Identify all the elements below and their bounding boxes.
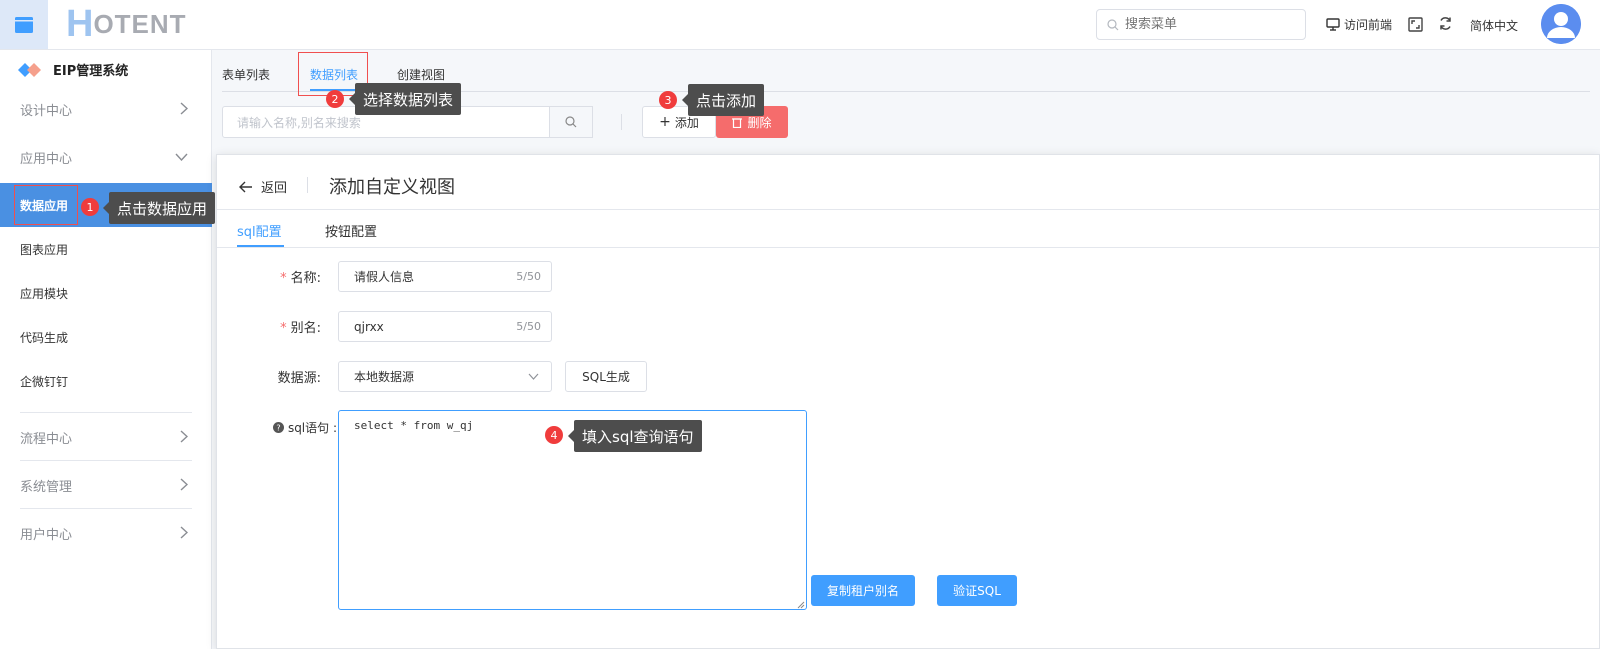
- menu-search-box[interactable]: [1096, 9, 1306, 40]
- step-badge-2: 2: [326, 90, 344, 108]
- sql-label: ? sql语句 :: [247, 419, 337, 436]
- chevron-down-icon: [175, 153, 188, 161]
- step-tooltip-3: 点击添加: [681, 84, 765, 116]
- system-title-text: EIP管理系统: [53, 64, 129, 79]
- user-avatar[interactable]: [1541, 4, 1581, 44]
- system-title: EIP管理系统: [18, 60, 128, 79]
- sidebar-item-app-module[interactable]: 应用模块: [0, 271, 212, 315]
- title-separator: [307, 177, 308, 193]
- window-icon: [15, 16, 33, 33]
- svg-text:?: ?: [276, 424, 280, 433]
- user-icon: [1541, 4, 1581, 44]
- chevron-right-icon: [180, 526, 188, 539]
- sidebar-item-user-center[interactable]: 用户中心: [0, 509, 212, 557]
- sidebar-item-app-center[interactable]: 应用中心: [0, 133, 212, 181]
- datasource-select[interactable]: 本地数据源: [338, 361, 552, 392]
- sidebar-item-system-manage[interactable]: 系统管理: [0, 461, 212, 509]
- copy-tenant-alias-button[interactable]: 复制租户别名: [811, 575, 915, 606]
- sidebar-item-label: 用户中心: [20, 527, 73, 543]
- sidebar-item-flow-center[interactable]: 流程中心: [0, 413, 212, 461]
- sidebar-item-code-gen[interactable]: 代码生成: [0, 315, 212, 359]
- tab-form-list[interactable]: 表单列表: [222, 66, 270, 83]
- tab-create-view[interactable]: 创建视图: [397, 66, 445, 83]
- sidebar-item-label: 系统管理: [20, 479, 73, 495]
- plus-icon: +: [659, 114, 671, 130]
- delete-button-label: 删除: [747, 115, 772, 130]
- name-label: * 名称:: [280, 271, 321, 286]
- sql-generate-button[interactable]: SQL生成: [565, 361, 647, 392]
- required-asterisk: *: [280, 271, 287, 286]
- sidebar-item-label: 应用中心: [20, 151, 73, 167]
- sidebar: EIP管理系统 设计中心 应用中心 数据应用 图表应用 应用模块 代码生成 企微…: [0, 50, 212, 649]
- highlight-box-data-app: [14, 185, 78, 225]
- verify-sql-button[interactable]: 验证SQL: [937, 575, 1017, 606]
- panel-divider: [217, 209, 1600, 210]
- sidebar-item-chart-app[interactable]: 图表应用: [0, 227, 212, 271]
- language-switch[interactable]: 简体中文: [1470, 17, 1518, 34]
- tab-sql-config[interactable]: sql配置: [237, 221, 282, 240]
- search-icon: [1107, 18, 1119, 30]
- chevron-right-icon: [180, 430, 188, 443]
- sidebar-item-label: 代码生成: [20, 330, 69, 345]
- top-bar: H OTENT 访问前端 简体中文: [0, 0, 1600, 50]
- help-icon[interactable]: ?: [272, 422, 284, 433]
- sidebar-item-wecom-dingtalk[interactable]: 企微钉钉: [0, 359, 212, 403]
- panel-title: 添加自定义视图: [329, 177, 455, 198]
- resize-grip-icon[interactable]: [797, 601, 805, 609]
- visit-front-link[interactable]: 访问前端: [1326, 16, 1392, 33]
- trash-icon: [732, 117, 743, 128]
- add-button-label: 添加: [674, 115, 699, 130]
- tab-button-config[interactable]: 按钮配置: [325, 221, 377, 240]
- logo: H OTENT: [66, 3, 187, 45]
- refresh-icon[interactable]: [1438, 16, 1453, 35]
- monitor-icon: [1326, 18, 1340, 31]
- required-asterisk: *: [280, 321, 287, 336]
- step-badge-3: 3: [659, 91, 677, 109]
- fullscreen-icon[interactable]: [1408, 17, 1423, 36]
- alias-label: * 别名:: [280, 321, 321, 336]
- datasource-label: 数据源:: [277, 371, 321, 386]
- alias-value: qjrxx: [354, 319, 384, 334]
- system-logo-icon: [18, 62, 41, 77]
- list-search-button[interactable]: [549, 106, 593, 138]
- logo-text: OTENT: [93, 8, 187, 39]
- menu-search-input[interactable]: [1125, 17, 1295, 32]
- search-icon: [565, 116, 577, 128]
- back-label: 返回: [261, 181, 288, 196]
- visit-front-label: 访问前端: [1344, 18, 1393, 32]
- toolbar-separator: [621, 114, 622, 130]
- name-value: 请假人信息: [354, 270, 415, 284]
- alias-field[interactable]: qjrxx 5/50: [338, 311, 552, 342]
- datasource-value: 本地数据源: [354, 370, 415, 384]
- chevron-right-icon: [180, 102, 188, 115]
- sidebar-item-label: 图表应用: [20, 242, 69, 257]
- sidebar-item-design-center[interactable]: 设计中心: [0, 85, 212, 133]
- back-button[interactable]: 返回: [239, 177, 287, 196]
- menu-toggle-button[interactable]: [0, 0, 48, 49]
- alias-char-count: 5/50: [516, 320, 541, 333]
- add-view-panel: 返回 添加自定义视图 sql配置 按钮配置 * 名称: 请假人信息 5/50 * 别…: [216, 154, 1600, 649]
- arrow-left-icon: [239, 181, 252, 192]
- logo-letter-h: H: [66, 2, 93, 45]
- step-badge-1: 1: [81, 198, 99, 216]
- step-badge-4: 4: [545, 426, 563, 444]
- sidebar-item-label: 设计中心: [20, 103, 73, 119]
- chevron-down-icon: [528, 373, 539, 380]
- step-tooltip-2: 选择数据列表: [348, 83, 462, 115]
- step-tooltip-4: 填入sql查询语句: [568, 420, 702, 452]
- tab-bar-line: [217, 247, 1600, 248]
- name-field[interactable]: 请假人信息 5/50: [338, 261, 552, 292]
- sidebar-item-label: 企微钉钉: [20, 374, 69, 389]
- step-tooltip-1: 点击数据应用: [102, 192, 216, 224]
- sidebar-item-label: 应用模块: [20, 286, 69, 301]
- name-char-count: 5/50: [516, 270, 541, 283]
- chevron-right-icon: [180, 478, 188, 491]
- sidebar-item-label: 流程中心: [20, 431, 73, 447]
